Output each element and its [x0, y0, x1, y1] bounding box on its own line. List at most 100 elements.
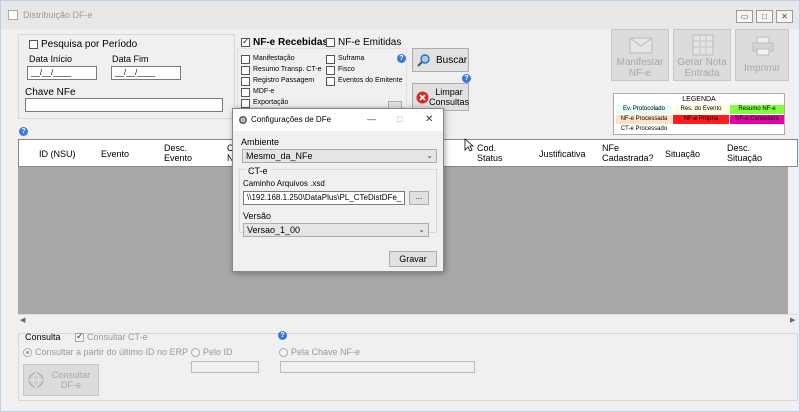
radio-from-last-id[interactable]: [23, 348, 32, 357]
end-date-field[interactable]: __/__/____: [111, 66, 181, 80]
event-label-exportacao: Exportação: [253, 99, 289, 106]
grid-help-icon[interactable]: ?: [19, 127, 28, 136]
radio-by-id-label: Pelo ID: [203, 347, 233, 357]
caminho-field[interactable]: \\192.168.1.250\DataPlus\PL_CTeDistDFe_: [243, 191, 405, 205]
imprimir-label: Imprimir: [743, 63, 781, 74]
chevron-down-icon: ⌄: [426, 151, 433, 160]
events-help-icon[interactable]: ?: [397, 54, 406, 63]
event-checkbox-manifestacao[interactable]: [241, 55, 250, 64]
col-justificativa[interactable]: Justificativa: [539, 149, 586, 159]
event-label-registro-passagem: Registro Passagem: [253, 77, 315, 84]
minimize-button[interactable]: ▭: [736, 10, 753, 23]
config-dialog: Configurações de DFe — □ ✕ Ambiente Mesm…: [232, 108, 444, 272]
legend-item-nfe-processada: NF-e Processada: [616, 115, 672, 124]
event-checkbox-exportacao[interactable]: [241, 99, 250, 108]
col-desc-situacao[interactable]: Desc. Situação: [727, 143, 777, 163]
event-label-eventos-emitente: Eventos do Emitente: [338, 77, 403, 84]
event-label-mdfe: MDF-e: [253, 88, 275, 95]
period-checkbox[interactable]: [29, 40, 38, 49]
consultar-dfe-button[interactable]: Consultar DF-e: [23, 364, 99, 396]
manifestar-button[interactable]: Manifestar NF-e: [611, 29, 669, 81]
end-date-label: Data Fim: [112, 54, 149, 64]
clear-icon: [416, 91, 429, 104]
ambiente-value: Mesmo_da_NFe: [246, 151, 313, 161]
scroll-right-icon[interactable]: ▶: [790, 316, 795, 324]
dialog-close-button[interactable]: ✕: [425, 114, 433, 125]
legend-item-ev-protocolado: Ev. Protocolado: [616, 105, 672, 114]
consulta-title: Consulta: [25, 332, 61, 342]
cte-group-title: CT-e: [246, 166, 270, 176]
emitidas-checkbox[interactable]: [326, 38, 335, 47]
legend-item-resumo-nfe: Resumo NF-e: [730, 105, 784, 114]
id-field[interactable]: [191, 361, 259, 373]
table-icon: [692, 34, 714, 56]
recebidas-checkbox[interactable]: [241, 36, 250, 47]
event-checkbox-registro-passagem[interactable]: [241, 77, 250, 86]
limpar-button[interactable]: Limpar Consultas: [412, 83, 469, 111]
close-button[interactable]: ✕: [776, 10, 793, 23]
col-id-nsu[interactable]: ID (NSU): [39, 149, 76, 159]
title-bar: Distribuição DF-e ▭ □ ✕: [1, 1, 799, 29]
browse-button[interactable]: ...: [409, 191, 429, 205]
ambiente-label: Ambiente: [241, 137, 280, 147]
horizontal-scrollbar[interactable]: ◀ ▶: [18, 314, 798, 324]
event-label-suframa: Suframa: [338, 55, 365, 62]
emitidas-label: NF-e Emitidas: [338, 37, 402, 48]
app-icon: [8, 10, 18, 20]
dialog-maximize-button[interactable]: □: [397, 114, 402, 124]
mouse-cursor-icon: [464, 138, 474, 152]
radio-by-id[interactable]: [191, 348, 200, 357]
versao-label: Versão: [243, 211, 272, 221]
event-checkbox-eventos-emitente[interactable]: [326, 77, 335, 86]
legend-title: LEGENDA: [682, 96, 716, 103]
dialog-minimize-button[interactable]: —: [367, 114, 376, 124]
event-checkbox-mdfe[interactable]: [241, 88, 250, 97]
search-icon: [417, 54, 430, 67]
imprimir-button[interactable]: Imprimir: [735, 29, 789, 81]
gerar-nota-label: Gerar Nota Entrada: [677, 57, 727, 79]
versao-value: Versao_1_00: [247, 225, 301, 235]
radio-by-chave[interactable]: [279, 348, 288, 357]
buscar-help-icon[interactable]: ?: [462, 74, 471, 83]
buscar-label: Buscar: [436, 55, 468, 66]
col-cod-status[interactable]: Cod. Status: [477, 143, 517, 163]
window-title: Distribuição DF-e: [23, 10, 93, 20]
maximize-button[interactable]: □: [756, 10, 773, 23]
limpar-label: Limpar Consultas: [429, 87, 470, 107]
chave-label: Chave NFe: [25, 87, 76, 98]
chave-nfe-field[interactable]: [280, 361, 475, 373]
legend-item-nfe-propria: NF-e Própria: [673, 115, 729, 124]
event-checkbox-resumo-cte[interactable]: [241, 66, 250, 75]
gravar-button[interactable]: Gravar: [389, 251, 437, 267]
consultar-cte-checkbox[interactable]: [75, 331, 84, 342]
start-date-label: Data Início: [29, 54, 73, 64]
event-label-manifestacao: Manifestação: [253, 55, 295, 62]
consulta-help-icon[interactable]: ?: [278, 331, 287, 340]
recebidas-label: NF-e Recebidas: [253, 37, 329, 48]
col-nfe-cadastrada[interactable]: NFe Cadastrada?: [602, 143, 660, 163]
legend-item-res-evento: Res. do Evento: [673, 105, 729, 114]
consultar-cte-label: Consultar CT-e: [87, 332, 148, 342]
col-situacao[interactable]: Situação: [665, 149, 700, 159]
chave-field[interactable]: [25, 98, 223, 112]
manifestar-label: Manifestar NF-e: [616, 57, 664, 79]
dialog-title-bar: Configurações de DFe — □ ✕: [233, 109, 443, 131]
globe-icon: [28, 372, 44, 388]
radio-from-last-id-label: Consultar a partir do último ID no ERP: [35, 347, 189, 357]
event-label-resumo-cte: Resumo Transp. CT-e: [253, 66, 322, 73]
legend-item-cte-processado: CT-e Processado: [616, 125, 672, 134]
gerar-nota-button[interactable]: Gerar Nota Entrada: [673, 29, 731, 81]
col-desc-evento[interactable]: Desc. Evento: [164, 143, 204, 163]
legend-item-nfe-cancelada: NF-e Cancelada: [730, 115, 784, 124]
gear-icon: [239, 116, 247, 124]
versao-select[interactable]: Versao_1_00 ⌄: [243, 223, 429, 237]
event-checkbox-fisco[interactable]: [326, 66, 335, 75]
ambiente-select[interactable]: Mesmo_da_NFe ⌄: [242, 149, 437, 163]
col-evento[interactable]: Evento: [101, 149, 129, 159]
legend-box: LEGENDA Ev. Protocolado Res. do Evento R…: [613, 93, 785, 135]
period-checkbox-label: Pesquisa por Período: [41, 39, 138, 50]
start-date-field[interactable]: __/__/____: [27, 66, 97, 80]
scroll-left-icon[interactable]: ◀: [20, 316, 25, 324]
buscar-button[interactable]: Buscar: [412, 48, 469, 72]
event-checkbox-suframa[interactable]: [326, 55, 335, 64]
